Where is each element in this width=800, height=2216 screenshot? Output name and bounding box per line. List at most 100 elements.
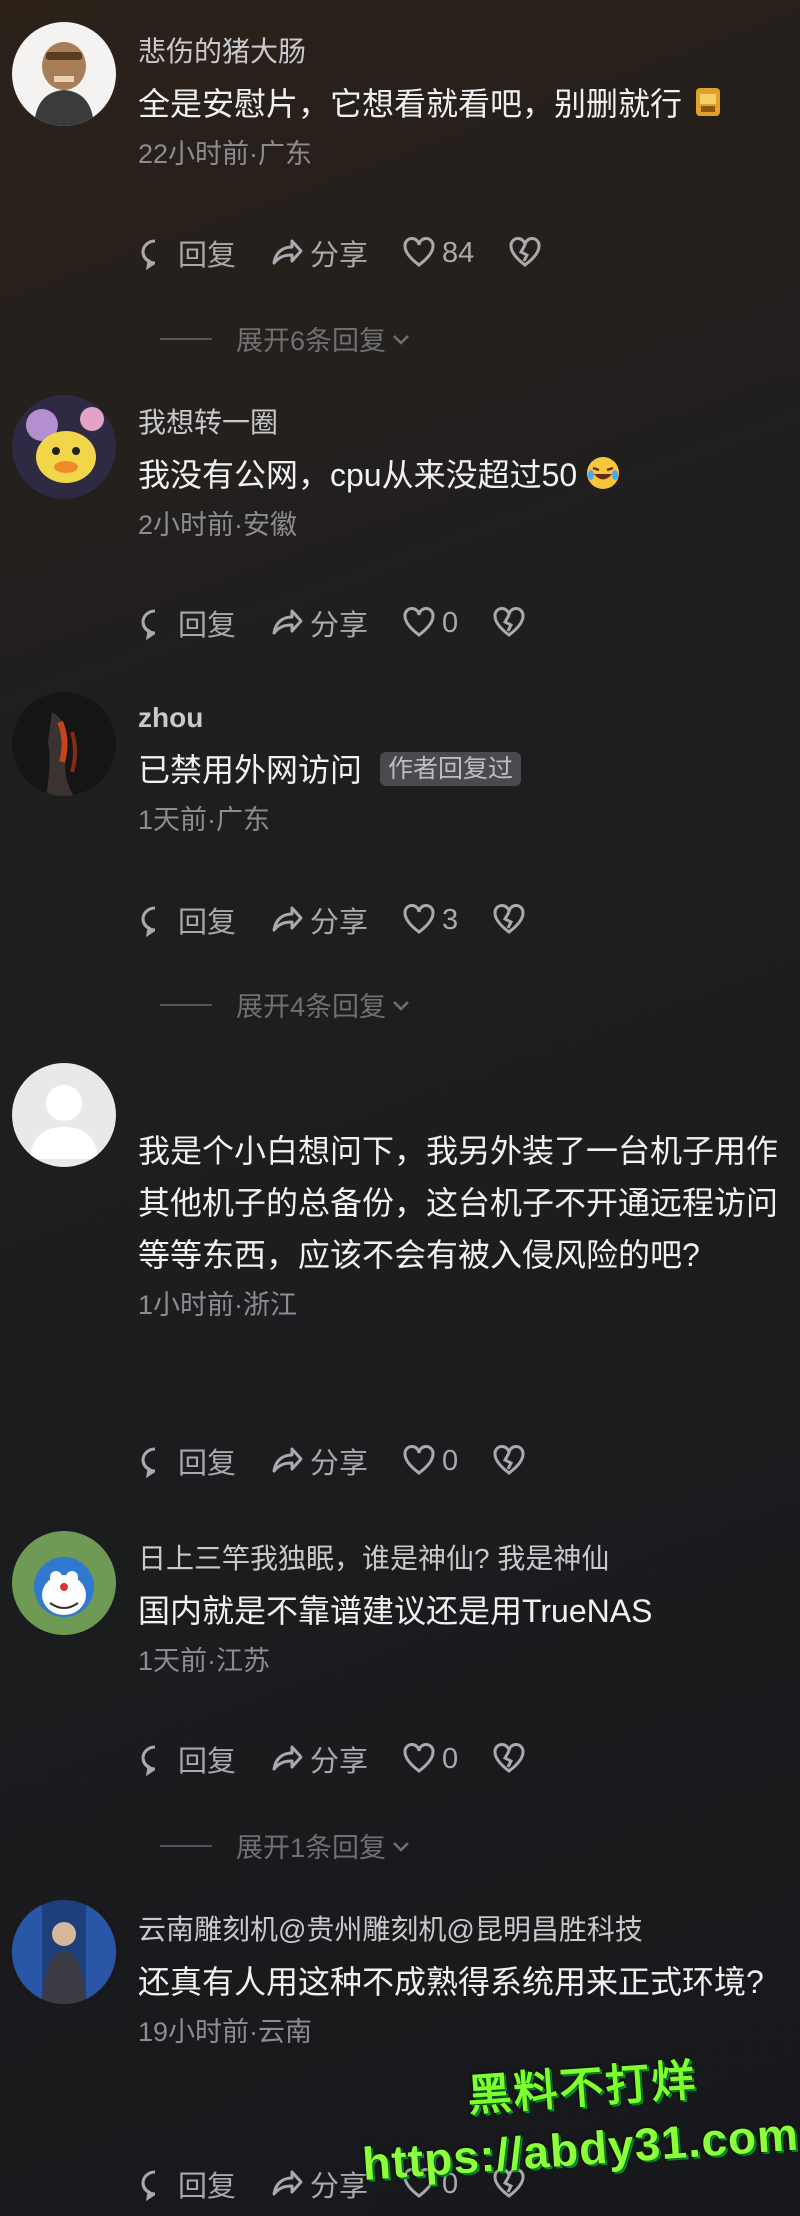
comment-actions: 回复 分享 0 bbox=[138, 1441, 566, 1481]
chevron-down-icon bbox=[393, 1000, 409, 1011]
expand-replies[interactable]: 展开1条回复 bbox=[160, 1826, 412, 1865]
broken-heart-icon bbox=[493, 607, 525, 637]
expand-label: 展开4条回复 bbox=[236, 992, 387, 1022]
expand-label: 展开6条回复 bbox=[236, 326, 387, 356]
username[interactable]: 云南雕刻机@贵州雕刻机@昆明昌胜科技 bbox=[138, 1912, 780, 1948]
avatar[interactable] bbox=[12, 1531, 116, 1635]
like-button[interactable]: 0 bbox=[402, 606, 458, 640]
divider bbox=[160, 337, 212, 340]
comment-text: 国内就是不靠谱建议还是用TrueNAS bbox=[138, 1593, 653, 1629]
comment-text: 我是个小白想问下，我另外装了一台机子用作其他机子的总备份，这台机子不开通远程访问… bbox=[138, 1133, 779, 1273]
share-icon bbox=[272, 2170, 303, 2196]
avatar[interactable] bbox=[12, 22, 116, 126]
reply-button[interactable]: 回复 bbox=[138, 232, 236, 274]
chevron-down-icon bbox=[393, 1841, 409, 1852]
reply-label: 回复 bbox=[178, 610, 237, 642]
share-button[interactable]: 分享 bbox=[270, 1440, 368, 1482]
comment-text: 还真有人用这种不成熟得系统用来正式环境? bbox=[138, 1964, 764, 2000]
share-button[interactable]: 分享 bbox=[270, 602, 368, 644]
share-label: 分享 bbox=[310, 907, 369, 939]
username[interactable]: 我想转一圈 bbox=[138, 405, 780, 441]
reply-label: 回复 bbox=[178, 907, 237, 939]
dislike-button[interactable] bbox=[508, 236, 548, 270]
comment-text: 已禁用外网访问 作者回复过 bbox=[138, 744, 780, 796]
heart-icon bbox=[403, 1743, 435, 1773]
reply-button[interactable]: 回复 bbox=[138, 2163, 236, 2205]
reply-label: 回复 bbox=[178, 2171, 237, 2203]
username[interactable]: 日上三竿我独眠，谁是神仙? 我是神仙 bbox=[138, 1541, 780, 1577]
comment-actions: 回复 分享 3 bbox=[138, 900, 566, 940]
reply-icon bbox=[141, 239, 156, 270]
heart-icon bbox=[403, 237, 435, 267]
heart-icon bbox=[403, 904, 435, 934]
avatar[interactable] bbox=[12, 395, 116, 499]
avatar[interactable] bbox=[12, 692, 116, 796]
reply-button[interactable]: 回复 bbox=[138, 602, 236, 644]
comment-meta: 1小时前·浙江 bbox=[138, 1290, 298, 1320]
divider bbox=[160, 1003, 212, 1006]
reply-button[interactable]: 回复 bbox=[138, 899, 236, 941]
reply-icon bbox=[141, 1447, 156, 1478]
reply-icon bbox=[141, 906, 156, 937]
avatar[interactable] bbox=[12, 1900, 116, 2004]
dislike-button[interactable] bbox=[492, 903, 532, 937]
author-replied-badge: 作者回复过 bbox=[380, 752, 522, 786]
dislike-button[interactable] bbox=[492, 1742, 532, 1776]
divider bbox=[160, 1844, 212, 1847]
like-count: 0 bbox=[442, 606, 459, 639]
share-icon bbox=[272, 609, 303, 635]
share-button[interactable]: 分享 bbox=[270, 899, 368, 941]
reply-label: 回复 bbox=[178, 240, 237, 272]
comment-actions: 回复 分享 0 bbox=[138, 603, 566, 643]
username[interactable]: 悲伤的猪大肠 bbox=[138, 34, 780, 70]
avatar[interactable] bbox=[12, 1063, 116, 1167]
share-icon bbox=[272, 1745, 303, 1771]
expand-replies[interactable]: 展开4条回复 bbox=[160, 985, 412, 1024]
comment-text: 我没有公网，cpu从来没超过50 bbox=[138, 449, 780, 501]
comment-meta: 2小时前·安徽 bbox=[138, 510, 298, 540]
share-label: 分享 bbox=[310, 1746, 369, 1778]
like-count: 3 bbox=[442, 903, 459, 936]
like-count: 0 bbox=[442, 1444, 459, 1477]
dislike-button[interactable] bbox=[492, 606, 532, 640]
share-button[interactable]: 分享 bbox=[270, 232, 368, 274]
share-button[interactable]: 分享 bbox=[270, 2163, 368, 2205]
like-button[interactable]: 0 bbox=[402, 1444, 458, 1478]
broken-heart-icon bbox=[493, 904, 525, 934]
reply-icon bbox=[141, 1745, 156, 1776]
reply-label: 回复 bbox=[178, 1746, 237, 1778]
reply-label: 回复 bbox=[178, 1448, 237, 1480]
comment-text: 全是安慰片，它想看就看吧，别删就行 bbox=[138, 78, 780, 130]
emoji-icon bbox=[690, 83, 726, 119]
heart-icon bbox=[403, 1445, 435, 1475]
like-button[interactable]: 3 bbox=[402, 903, 458, 937]
username[interactable]: zhou bbox=[138, 700, 780, 736]
heart-icon bbox=[403, 607, 435, 637]
like-count: 0 bbox=[442, 1742, 459, 1775]
share-label: 分享 bbox=[310, 240, 369, 272]
like-button[interactable]: 84 bbox=[402, 236, 474, 270]
comment-actions: 回复 分享 84 bbox=[138, 233, 582, 273]
expand-label: 展开1条回复 bbox=[236, 1833, 387, 1863]
share-icon bbox=[272, 1447, 303, 1473]
broken-heart-icon bbox=[509, 237, 541, 267]
chevron-down-icon bbox=[393, 334, 409, 345]
share-icon bbox=[272, 906, 303, 932]
laughing-emoji-icon bbox=[585, 454, 621, 490]
reply-icon bbox=[141, 2170, 156, 2201]
like-button[interactable]: 0 bbox=[402, 1742, 458, 1776]
reply-button[interactable]: 回复 bbox=[138, 1440, 236, 1482]
reply-button[interactable]: 回复 bbox=[138, 1738, 236, 1780]
broken-heart-icon bbox=[493, 1743, 525, 1773]
expand-replies[interactable]: 展开6条回复 bbox=[160, 319, 412, 358]
share-button[interactable]: 分享 bbox=[270, 1738, 368, 1780]
dislike-button[interactable] bbox=[492, 1444, 532, 1478]
share-icon bbox=[272, 239, 303, 265]
comment-text-content: 我没有公网，cpu从来没超过50 bbox=[138, 457, 578, 493]
comment-meta: 1天前·江苏 bbox=[138, 1646, 271, 1676]
share-label: 分享 bbox=[310, 2171, 369, 2203]
comment-meta: 22小时前·广东 bbox=[138, 139, 313, 169]
like-count: 84 bbox=[442, 236, 475, 269]
broken-heart-icon bbox=[493, 1445, 525, 1475]
comment-text-content: 已禁用外网访问 bbox=[138, 752, 363, 788]
